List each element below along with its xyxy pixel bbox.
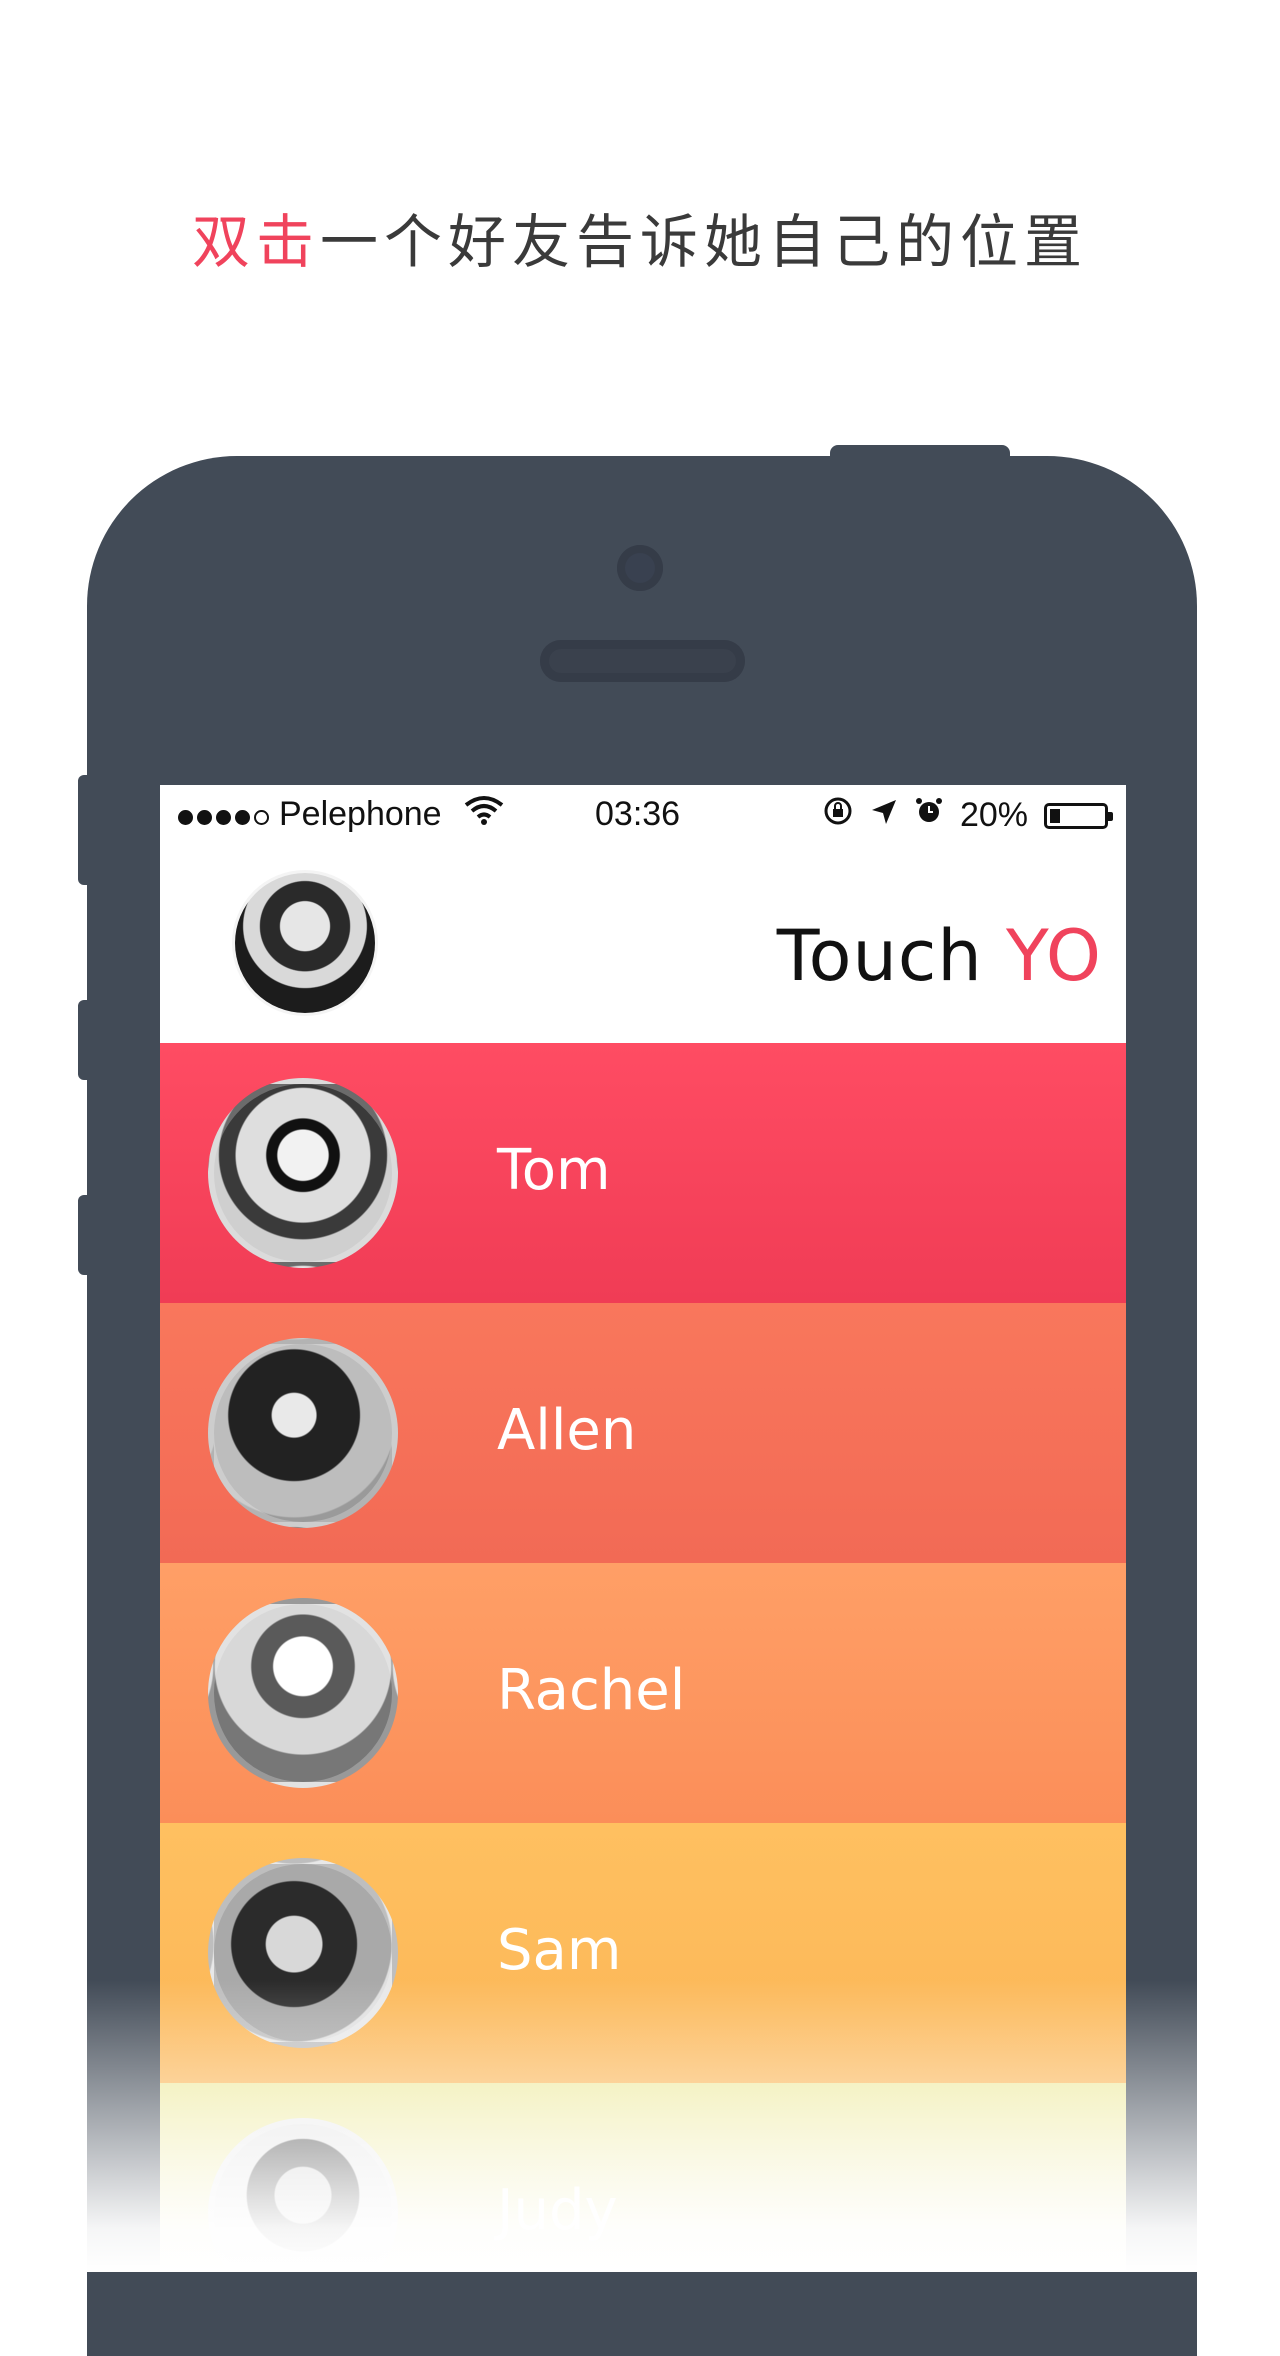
wifi-icon <box>464 795 504 834</box>
app-title: Touch YO <box>777 915 1102 997</box>
front-camera <box>617 545 663 591</box>
contact-row-allen[interactable]: Allen <box>160 1303 1126 1563</box>
contact-name: Allen <box>497 1398 637 1463</box>
avatar <box>208 1598 398 1788</box>
contact-row-judy[interactable]: Judy <box>160 2083 1126 2272</box>
phone-screen: Pelephone 03:36 20% Touch YO Tom Allen R… <box>160 785 1126 2272</box>
status-bar: Pelephone 03:36 20% <box>160 785 1126 843</box>
contact-row-sam[interactable]: Sam <box>160 1823 1126 2083</box>
carrier-name: Pelephone <box>279 795 442 833</box>
contact-row-rachel[interactable]: Rachel <box>160 1563 1126 1823</box>
battery-icon <box>1044 802 1113 829</box>
battery-percent: 20% <box>959 796 1028 834</box>
alarm-icon <box>914 796 944 835</box>
contact-name: Tom <box>497 1138 611 1203</box>
contact-name: Rachel <box>497 1658 686 1723</box>
avatar <box>208 1338 398 1528</box>
contact-name: Judy <box>497 2178 618 2243</box>
headline-accent: 双击 <box>191 208 320 276</box>
app-title-yo: YO <box>1005 915 1102 997</box>
signal-strength-icon <box>178 795 273 834</box>
app-title-touch: Touch <box>776 915 1006 997</box>
app-header: Touch YO <box>160 843 1126 1043</box>
avatar <box>208 1078 398 1268</box>
earpiece-speaker <box>540 640 745 682</box>
headline-rest: 一个好友告诉她自己的位置 <box>320 208 1089 276</box>
contact-name: Sam <box>497 1918 622 1983</box>
contact-row-tom[interactable]: Tom <box>160 1043 1126 1303</box>
my-avatar[interactable] <box>235 873 375 1013</box>
status-time: 03:36 <box>595 795 681 833</box>
avatar <box>208 1858 398 2048</box>
rotation-lock-icon <box>822 795 854 836</box>
status-right: 20% <box>822 795 1113 836</box>
headline: 双击一个好友告诉她自己的位置 <box>0 195 1280 279</box>
location-arrow-icon <box>870 796 898 835</box>
avatar <box>208 2118 398 2272</box>
status-left: Pelephone <box>178 795 504 834</box>
